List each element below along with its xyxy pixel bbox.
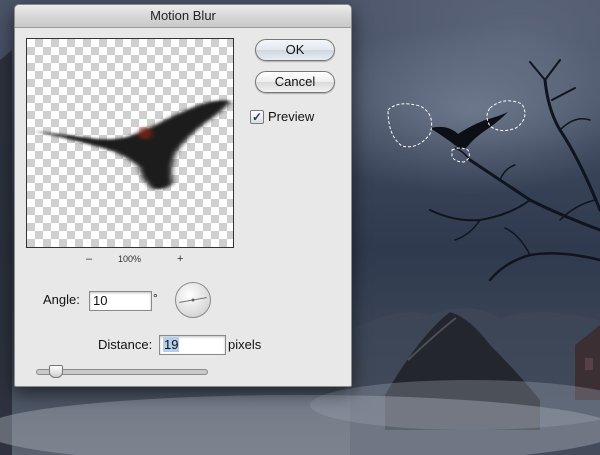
angle-dial-icon[interactable] bbox=[175, 282, 211, 318]
minus-icon[interactable]: – bbox=[86, 253, 92, 265]
degree-unit: ° bbox=[153, 291, 158, 305]
zoom-controls: – 100% + bbox=[26, 253, 234, 267]
distance-slider[interactable] bbox=[36, 365, 208, 379]
distance-label: Distance: bbox=[98, 337, 153, 352]
angle-label: Angle: bbox=[43, 292, 80, 307]
angle-input[interactable]: 10 bbox=[89, 291, 152, 311]
distance-value: 19 bbox=[163, 337, 180, 352]
plus-icon[interactable]: + bbox=[177, 253, 183, 265]
cancel-button[interactable]: Cancel bbox=[255, 71, 335, 93]
zoom-level: 100% bbox=[118, 254, 142, 264]
distance-unit: pixels bbox=[228, 337, 262, 352]
dialog-title: Motion Blur bbox=[15, 5, 351, 28]
slider-thumb[interactable] bbox=[48, 365, 63, 378]
blurred-crow-image bbox=[35, 100, 231, 190]
distance-input[interactable]: 19 bbox=[159, 335, 226, 355]
preview-checkbox[interactable]: ✓ bbox=[250, 110, 264, 124]
ok-button[interactable]: OK bbox=[255, 39, 335, 61]
filter-preview[interactable] bbox=[26, 38, 234, 248]
motion-blur-dialog: Motion Blur – 100% + OK Cancel ✓ Preview… bbox=[14, 4, 352, 387]
preview-label: Preview bbox=[268, 109, 315, 124]
